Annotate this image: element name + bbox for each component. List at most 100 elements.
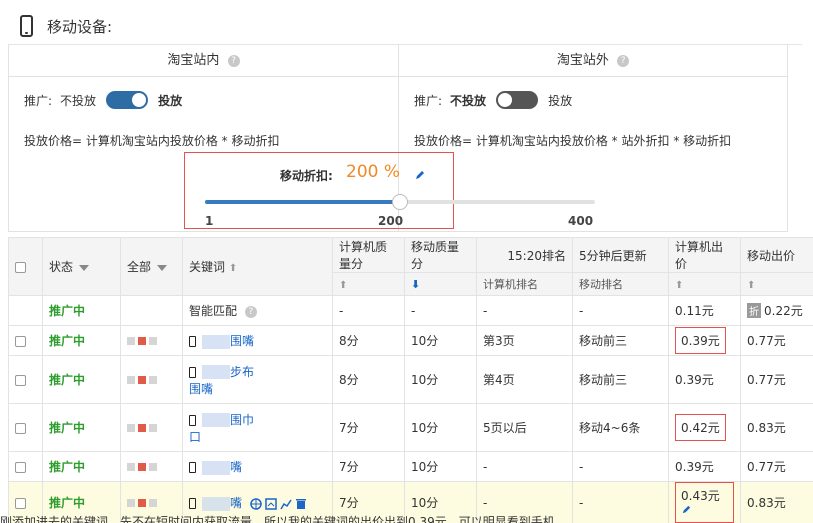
on-label: 投放 xyxy=(158,93,183,108)
sort-icon-cell[interactable]: ⬆ xyxy=(668,272,741,296)
mobile-rank: 移动4~6条 xyxy=(572,403,669,452)
pc-quality: 7分 xyxy=(332,403,405,452)
sort-icon[interactable]: ⬆ xyxy=(747,280,755,291)
status-header[interactable]: 状态 xyxy=(42,237,121,296)
mobile-rank: - xyxy=(572,295,669,326)
mobile-icon xyxy=(189,414,196,426)
edit-pencil-icon[interactable] xyxy=(414,169,426,181)
status-text: 推广中 xyxy=(49,496,86,510)
mobile-bid: 0.83元 xyxy=(740,403,813,452)
pc-quality: 7分 xyxy=(332,451,405,482)
mobile-rank: - xyxy=(572,451,669,482)
sort-icon-cell[interactable]: ⬆ xyxy=(740,272,813,296)
highlight-box xyxy=(184,152,454,229)
update-header: 5分钟后更新 xyxy=(572,237,669,273)
mobile-bid: 0.83元 xyxy=(740,481,813,523)
promotion-toggle[interactable] xyxy=(106,91,149,109)
keyword-link-line2[interactable]: 围嘴 xyxy=(189,382,213,396)
keyword-link[interactable]: 嘴 xyxy=(230,496,242,510)
keyword-text: 智能匹配 xyxy=(189,304,238,318)
slider-max-label: 400 xyxy=(568,214,594,228)
pc-bid: 0.11元 xyxy=(668,295,741,326)
caption-text: 刚添加进去的关键词，先不在短时间内获取流量，所以我的关键词的出价出到0.39元，… xyxy=(0,515,555,523)
toggle-label: 推广: xyxy=(414,93,443,108)
keyword-header[interactable]: 关键词 ⬆ xyxy=(182,237,333,296)
status-text: 推广中 xyxy=(49,460,86,474)
status-text: 推广中 xyxy=(49,304,86,318)
sort-icon[interactable]: ⬆ xyxy=(229,263,237,274)
pc-bid: 0.39元 xyxy=(668,451,741,482)
help-icon[interactable]: ? xyxy=(617,54,630,67)
pc-rank: 第4页 xyxy=(476,355,573,404)
mobile-icon xyxy=(189,366,196,378)
delete-icon[interactable] xyxy=(295,498,307,510)
keyword-table: 状态 全部 关键词 ⬆ 计算机质量分 移动质量分 15:20排名 5分钟后更新 … xyxy=(8,237,813,523)
report-icon[interactable] xyxy=(265,497,277,510)
mobile-quality-header[interactable]: 移动质量分 xyxy=(404,237,477,273)
pc-bid[interactable]: 0.43元 xyxy=(675,482,734,523)
toggle-knob xyxy=(132,93,147,107)
pc-bid: 0.42元 xyxy=(675,414,726,441)
chart-icon[interactable] xyxy=(280,498,292,510)
promotion-toggle-row: 推广: 不投放 投放 xyxy=(414,91,572,109)
slider-handle[interactable] xyxy=(392,194,408,210)
pc-bid-header[interactable]: 计算机出价 xyxy=(668,237,741,273)
price-formula: 投放价格= 计算机淘宝站内投放价格 * 站外折扣 * 移动折扣 xyxy=(414,134,732,148)
mobile-bid: 0.77元 xyxy=(740,451,813,482)
table-row: 推广中 围嘴 8分 10分 第3页 移动前三 0.39元 0.77元 xyxy=(8,325,813,356)
pc-quality-header[interactable]: 计算机质量分 xyxy=(332,237,405,273)
panel-header: 淘宝站内 ? xyxy=(9,44,398,77)
row-checkbox[interactable] xyxy=(15,374,26,386)
dropdown-icon[interactable] xyxy=(157,264,168,271)
panel-header: 淘宝站外 ? xyxy=(399,44,787,77)
row-checkbox[interactable] xyxy=(15,497,26,509)
toggle-label: 推广: xyxy=(24,93,53,108)
off-label: 不投放 xyxy=(60,93,97,108)
promotion-toggle[interactable] xyxy=(496,91,539,109)
mobile-rank-header: 移动排名 xyxy=(572,272,669,296)
pc-rank: - xyxy=(476,295,573,326)
edit-pencil-icon[interactable] xyxy=(681,504,692,515)
mobile-rank: 移动前三 xyxy=(572,355,669,404)
help-icon[interactable]: ? xyxy=(227,54,240,67)
sort-down-icon[interactable]: ⬇ xyxy=(411,278,420,291)
time-header: 15:20排名 xyxy=(476,237,573,273)
mobile-rank: 移动前三 xyxy=(572,325,669,356)
mobile-quality: 10分 xyxy=(404,325,477,356)
mobile-quality: 10分 xyxy=(404,403,477,452)
mobile-quality: - xyxy=(404,295,477,326)
all-header[interactable]: 全部 xyxy=(120,237,183,296)
mobile-icon xyxy=(189,336,196,347)
keyword-link[interactable]: 围嘴 xyxy=(230,334,254,348)
row-checkbox[interactable] xyxy=(15,422,26,434)
pc-bid: 0.39元 xyxy=(675,327,726,354)
help-icon[interactable]: ? xyxy=(244,305,257,318)
mobile-device-icon xyxy=(20,15,33,37)
slider-min-label: 1 xyxy=(205,214,214,228)
panel-title: 淘宝站内 xyxy=(167,53,220,68)
globe-icon[interactable] xyxy=(250,497,262,510)
sort-icon[interactable]: ⬆ xyxy=(675,280,683,291)
dropdown-icon[interactable] xyxy=(79,264,90,271)
pc-quality: 8分 xyxy=(332,325,405,356)
slider-mid-label: 200 xyxy=(378,214,404,228)
table-row: 推广中 嘴 7分 10分 - - 0.39元 0.77元 xyxy=(8,451,813,482)
mobile-bid-header[interactable]: 移动出价 xyxy=(740,237,813,273)
status-text: 推广中 xyxy=(49,334,86,348)
keyword-link[interactable]: 围巾 xyxy=(230,413,254,427)
row-checkbox[interactable] xyxy=(15,335,26,347)
mobile-rank: - xyxy=(572,481,669,523)
sort-icon-cell[interactable]: ⬆ xyxy=(332,272,405,296)
sort-icon[interactable]: ⬆ xyxy=(339,280,347,291)
discount-slider[interactable] xyxy=(205,194,595,210)
row-checkbox[interactable] xyxy=(15,461,26,473)
mobile-icon xyxy=(189,498,196,509)
select-all-checkbox[interactable] xyxy=(15,261,26,273)
keyword-link-line2[interactable]: 口 xyxy=(189,430,201,444)
slider-fill xyxy=(205,200,400,204)
mobile-bid: 0.77元 xyxy=(740,355,813,404)
sort-icon-cell[interactable]: ⬇ xyxy=(404,272,477,296)
pc-quality: - xyxy=(332,295,405,326)
keyword-link[interactable]: 步布 xyxy=(230,365,254,379)
keyword-link[interactable]: 嘴 xyxy=(230,460,242,474)
